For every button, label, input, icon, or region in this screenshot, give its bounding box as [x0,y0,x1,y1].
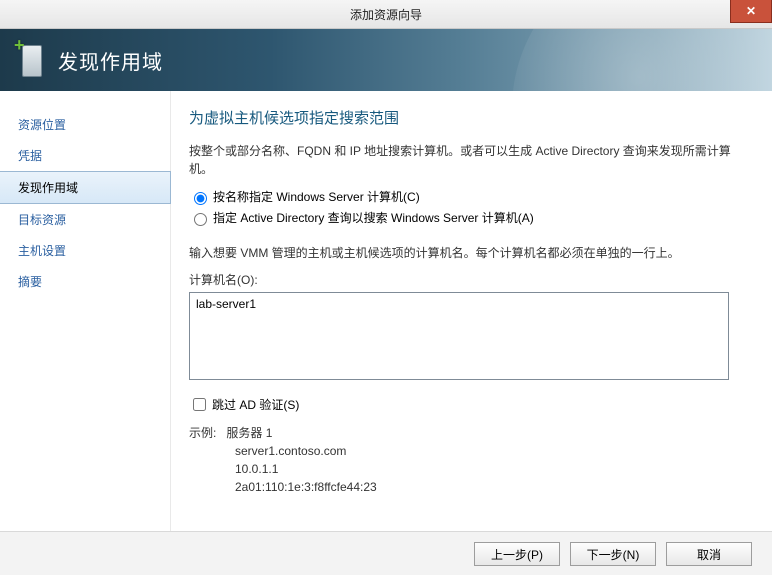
sidebar-item-resource-location[interactable]: 资源位置 [0,109,170,140]
example-label: 示例: [189,426,216,440]
radio-by-name-input[interactable] [194,192,207,205]
instruction-text: 输入想要 VMM 管理的主机或主机候选项的计算机名。每个计算机名都必须在单独的一… [189,244,748,261]
radio-by-ad-label: 指定 Active Directory 查询以搜索 Windows Server… [213,209,534,226]
sidebar-item-discovery-scope[interactable]: 发现作用域 [0,171,171,204]
section-title: 为虚拟主机候选项指定搜索范围 [189,107,748,128]
computer-name-input[interactable] [189,292,729,380]
radio-by-name-label: 按名称指定 Windows Server 计算机(C) [213,188,420,205]
button-bar: 上一步(P) 下一步(N) 取消 [0,531,772,575]
sidebar-item-target-resource[interactable]: 目标资源 [0,204,170,235]
skip-ad-check[interactable]: 跳过 AD 验证(S) [189,395,748,414]
sidebar-item-host-settings[interactable]: 主机设置 [0,235,170,266]
content-panel: 为虚拟主机候选项指定搜索范围 按整个或部分名称、FQDN 和 IP 地址搜索计算… [171,91,772,531]
example-line: server1.contoso.com [235,442,748,460]
header-title: 发现作用域 [58,46,163,75]
skip-ad-checkbox[interactable] [193,398,206,411]
next-button[interactable]: 下一步(N) [570,542,656,566]
sidebar-item-credentials[interactable]: 凭据 [0,140,170,171]
prev-button[interactable]: 上一步(P) [474,542,560,566]
radio-by-ad[interactable]: 指定 Active Directory 查询以搜索 Windows Server… [189,209,748,226]
computer-name-label: 计算机名(O): [189,271,748,288]
example-line: 10.0.1.1 [235,460,748,478]
section-description: 按整个或部分名称、FQDN 和 IP 地址搜索计算机。或者可以生成 Active… [189,142,748,178]
add-resource-icon: + [18,43,46,77]
close-icon: ✕ [746,4,756,18]
sidebar-item-summary[interactable]: 摘要 [0,266,170,297]
example-title: 服务器 1 [226,426,272,440]
titlebar: 添加资源向导 ✕ [0,0,772,29]
cancel-button[interactable]: 取消 [666,542,752,566]
wizard-sidebar: 资源位置 凭据 发现作用域 目标资源 主机设置 摘要 [0,91,171,531]
window-title: 添加资源向导 [350,6,422,23]
skip-ad-label: 跳过 AD 验证(S) [212,396,299,413]
header-band: + 发现作用域 [0,29,772,91]
example-block: 示例: 服务器 1 server1.contoso.com 10.0.1.1 2… [189,424,748,496]
radio-by-name[interactable]: 按名称指定 Windows Server 计算机(C) [189,188,748,205]
radio-by-ad-input[interactable] [194,213,207,226]
close-button[interactable]: ✕ [730,0,772,23]
example-line: 2a01:110:1e:3:f8ffcfe44:23 [235,478,748,496]
